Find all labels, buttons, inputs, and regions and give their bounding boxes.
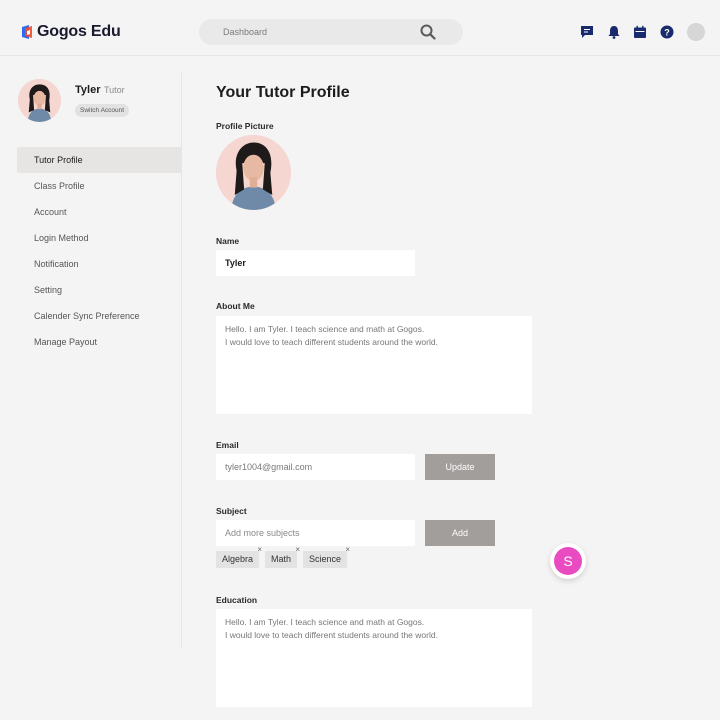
subject-tag: Algebra × — [216, 546, 262, 568]
fab-letter: S — [554, 547, 582, 575]
user-avatar[interactable] — [687, 23, 705, 41]
remove-tag-icon[interactable]: × — [257, 546, 262, 554]
sidebar-divider — [181, 73, 182, 648]
subject-tags: Algebra × Math × Science × — [216, 546, 353, 568]
sidebar-avatar — [18, 79, 61, 122]
education-textarea[interactable]: Hello. I am Tyler. I teach science and m… — [216, 609, 532, 707]
subject-tag-label: Math — [271, 554, 292, 564]
sidebar-user-name: Tyler — [75, 84, 101, 96]
sidebar-item-account[interactable]: Account — [17, 199, 181, 225]
subject-tag-label: Science — [309, 554, 342, 564]
sidebar-item-tutor-profile[interactable]: Tutor Profile — [17, 147, 181, 173]
email-field[interactable] — [216, 454, 415, 480]
profile-picture[interactable] — [216, 135, 291, 210]
search-input[interactable] — [223, 19, 413, 45]
page-title: Your Tutor Profile — [216, 84, 350, 101]
subject-input[interactable] — [216, 520, 415, 546]
sidebar-item-login-method[interactable]: Login Method — [17, 225, 181, 251]
brand[interactable]: Gogos Edu — [21, 23, 121, 41]
bell-icon[interactable] — [606, 24, 622, 40]
update-email-button[interactable]: Update — [425, 454, 495, 480]
sidebar-item-setting[interactable]: Setting — [17, 277, 181, 303]
subject-tag: Math × — [265, 546, 300, 568]
chat-fab-button[interactable]: S — [550, 543, 586, 579]
sidebar-item-notification[interactable]: Notification — [17, 251, 181, 277]
search-icon[interactable] — [420, 24, 436, 40]
brand-logo-icon — [22, 25, 32, 39]
about-me-label: About Me — [216, 301, 255, 311]
remove-tag-icon[interactable]: × — [295, 546, 300, 554]
education-label: Education — [216, 595, 258, 605]
name-label: Name — [216, 236, 240, 246]
calendar-icon[interactable] — [632, 24, 648, 40]
email-label: Email — [216, 440, 239, 450]
name-field[interactable] — [216, 250, 415, 276]
subject-tag-label: Algebra — [222, 554, 254, 564]
subject-label: Subject — [216, 506, 247, 516]
profile-picture-label: Profile Picture — [216, 121, 274, 131]
sidebar-nav: Tutor Profile Class Profile Account Logi… — [17, 147, 181, 355]
app-name: Gogos Edu — [37, 23, 121, 40]
subject-tag: Science × — [303, 546, 350, 568]
add-subject-button[interactable]: Add — [425, 520, 495, 546]
sidebar-user-role: Tutor — [104, 85, 125, 95]
sidebar-item-class-profile[interactable]: Class Profile — [17, 173, 181, 199]
sidebar-item-calendar-sync[interactable]: Calender Sync Preference — [17, 303, 181, 329]
about-me-textarea[interactable]: Hello. I am Tyler. I teach science and m… — [216, 316, 532, 414]
remove-tag-icon[interactable]: × — [345, 546, 350, 554]
sidebar-item-manage-payout[interactable]: Manage Payout — [17, 329, 181, 355]
switch-account-button[interactable]: Switch Account — [75, 104, 130, 117]
svg-text:?: ? — [664, 27, 670, 37]
chat-icon[interactable] — [579, 24, 595, 40]
help-icon[interactable]: ? — [659, 24, 675, 40]
